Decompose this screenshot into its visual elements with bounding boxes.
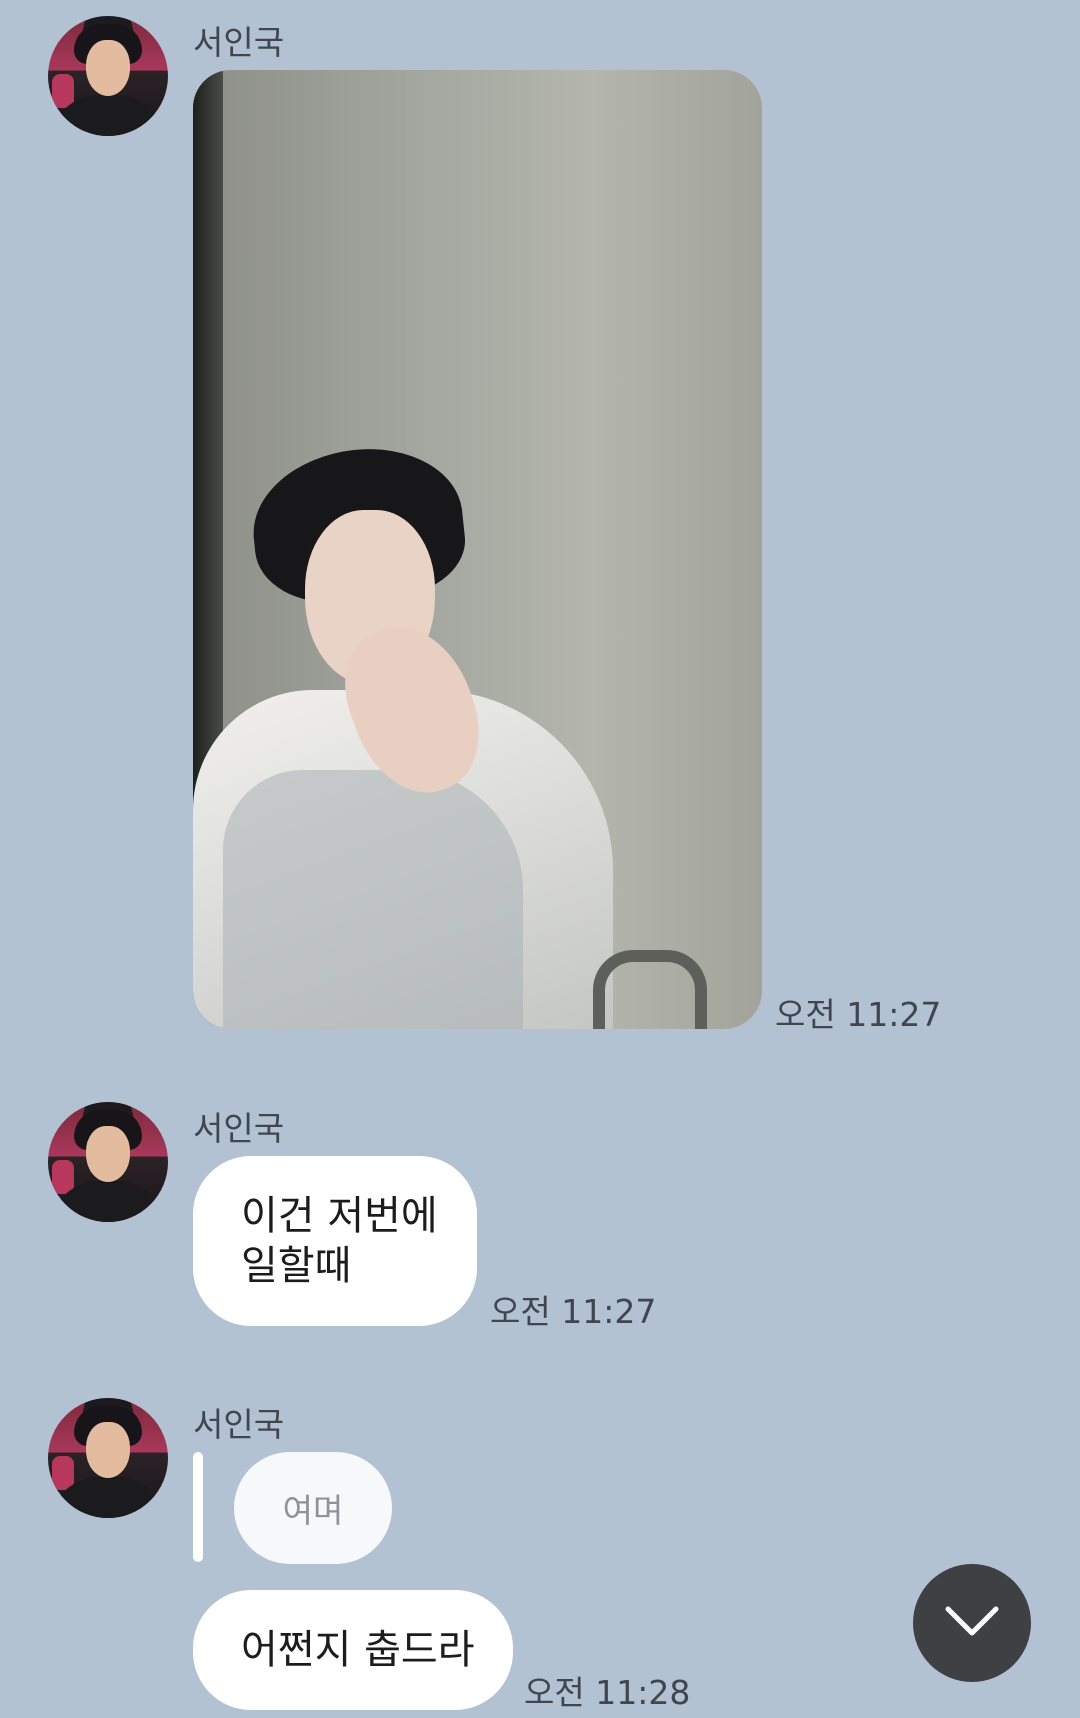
sender-name: 서인국 bbox=[193, 1405, 285, 1444]
reply-indicator-bar bbox=[193, 1452, 203, 1562]
message-group-text: 서인국 이건 저번에 일할때 오전 11:27 bbox=[0, 1100, 1080, 1331]
avatar[interactable] bbox=[48, 1102, 168, 1222]
text-bubble[interactable]: 이건 저번에 일할때 bbox=[193, 1156, 477, 1326]
chevron-down-icon bbox=[944, 1603, 1000, 1643]
quoted-message[interactable]: 여며 bbox=[234, 1452, 392, 1564]
message-group-photo: 서인국 오전 11:27 bbox=[0, 0, 1080, 1060]
photo-message[interactable] bbox=[193, 70, 762, 1029]
sender-name: 서인국 bbox=[193, 23, 285, 62]
bubble-line: 어쩐지 춥드라 bbox=[241, 1627, 475, 1673]
bubble-line: 이건 저번에 bbox=[241, 1193, 438, 1239]
avatar[interactable] bbox=[48, 16, 168, 136]
message-time: 오전 11:27 bbox=[775, 995, 942, 1034]
bubble-line: 일할때 bbox=[241, 1243, 352, 1289]
message-time: 오전 11:27 bbox=[490, 1292, 657, 1331]
avatar[interactable] bbox=[48, 1398, 168, 1518]
message-time: 오전 11:28 bbox=[524, 1673, 691, 1712]
message-group-reply: 서인국 여며 어쩐지 춥드라 오전 11:28 bbox=[0, 1396, 1080, 1718]
scroll-to-bottom-button[interactable] bbox=[913, 1564, 1031, 1682]
text-bubble[interactable]: 어쩐지 춥드라 bbox=[193, 1590, 513, 1710]
sender-name: 서인국 bbox=[193, 1109, 285, 1148]
